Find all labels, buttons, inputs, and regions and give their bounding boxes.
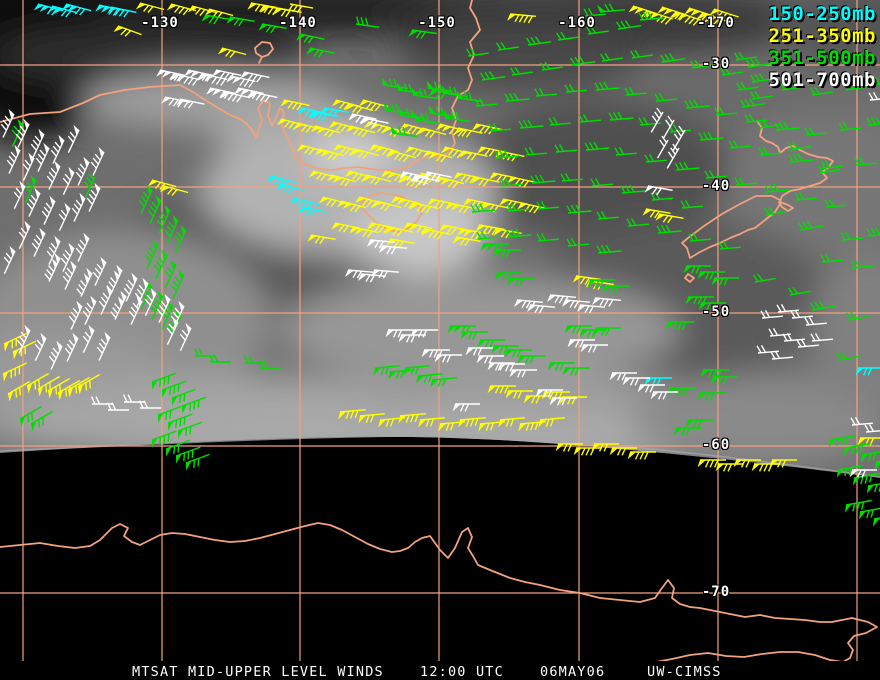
latitude-label: -30 — [701, 56, 731, 72]
longitude-label: -150 — [418, 15, 456, 31]
satellite-wind-map: -130 -140 -150 -160 -170 -30 -40 -50 -60 -70 150-… — [0, 0, 880, 680]
wind-barb — [175, 446, 201, 464]
latitude-label: -50 — [701, 304, 731, 320]
caption-time: 12:00 UTC — [420, 664, 504, 680]
legend-item: 351-500mb — [768, 47, 876, 69]
longitude-label: -170 — [697, 15, 735, 31]
latitude-label: -40 — [701, 178, 731, 194]
caption-source: UW-CIMSS — [647, 664, 722, 680]
wind-barb — [715, 463, 743, 472]
wind-barb — [185, 453, 210, 471]
caption-date: 06MAY06 — [540, 664, 606, 680]
latitude-label: -70 — [701, 584, 731, 600]
wind-barb — [866, 483, 880, 494]
wind-barb — [872, 517, 880, 527]
legend-item: 150-250mb — [768, 3, 876, 25]
longitude-label: -130 — [141, 15, 179, 31]
wind-barb — [751, 463, 780, 472]
pressure-level-legend: 150-250mb 251-350mb 351-500mb 501-700mb — [769, 3, 876, 91]
wind-barb — [627, 451, 656, 460]
longitude-label: -160 — [558, 15, 596, 31]
legend-item: 501-700mb — [768, 69, 876, 91]
map-canvas — [0, 0, 880, 680]
satellite-imagery — [0, 0, 880, 478]
longitude-label: -140 — [279, 15, 317, 31]
legend-item: 251-350mb — [768, 25, 876, 47]
wind-barb — [573, 447, 602, 456]
latitude-label: -60 — [701, 437, 731, 453]
caption-product: MTSAT MID-UPPER LEVEL WINDS — [132, 664, 384, 680]
